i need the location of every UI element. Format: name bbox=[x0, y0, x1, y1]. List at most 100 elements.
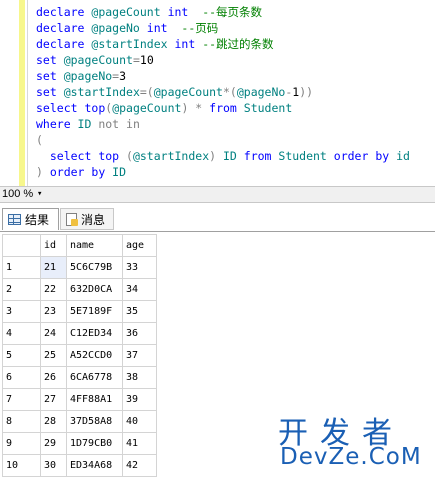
cell-name[interactable]: 5C6C79B bbox=[66, 256, 123, 279]
cell-age[interactable]: 38 bbox=[122, 366, 157, 389]
code-token: --每页条数 bbox=[188, 5, 263, 19]
watermark-en: DevZe.CoM bbox=[280, 444, 422, 470]
cell-id[interactable]: 28 bbox=[40, 410, 67, 433]
cell-id[interactable]: 23 bbox=[40, 300, 67, 323]
code-token: @pageCount bbox=[112, 101, 182, 115]
code-token: ID bbox=[222, 149, 244, 163]
tab-messages[interactable]: 消息 bbox=[60, 208, 114, 230]
result-tabs: 结果 消息 bbox=[0, 203, 435, 231]
cell-age[interactable]: 37 bbox=[122, 344, 157, 367]
cell-id[interactable]: 22 bbox=[40, 278, 67, 301]
code-token: * bbox=[195, 101, 210, 115]
cell-id[interactable]: 30 bbox=[40, 454, 67, 477]
code-line[interactable]: ( bbox=[36, 132, 410, 148]
table-row[interactable]: 1 21 5C6C79B 33 bbox=[2, 256, 157, 279]
code-token: *( bbox=[222, 85, 237, 99]
row-number-cell[interactable]: 1 bbox=[2, 256, 41, 279]
code-token: @startIndex bbox=[63, 85, 140, 99]
cell-age[interactable]: 41 bbox=[122, 432, 157, 455]
code-token: @pageCount bbox=[153, 85, 223, 99]
cell-name[interactable]: 1D79CB0 bbox=[66, 432, 123, 455]
tab-results-label: 结果 bbox=[25, 213, 50, 227]
cell-id[interactable]: 26 bbox=[40, 366, 67, 389]
cell-name[interactable]: 4FF88A1 bbox=[66, 388, 123, 411]
column-header-name[interactable]: name bbox=[66, 234, 123, 257]
code-token: where bbox=[36, 117, 78, 131]
cell-age[interactable]: 33 bbox=[122, 256, 157, 279]
code-line[interactable]: declare @pageNo int --页码 bbox=[36, 20, 410, 36]
cell-age[interactable]: 35 bbox=[122, 300, 157, 323]
cell-name[interactable]: 632D0CA bbox=[66, 278, 123, 301]
cell-age[interactable]: 39 bbox=[122, 388, 157, 411]
cell-id[interactable]: 29 bbox=[40, 432, 67, 455]
row-number-cell[interactable]: 6 bbox=[2, 366, 41, 389]
table-row[interactable]: 9 29 1D79CB0 41 bbox=[2, 432, 157, 455]
watermark-logo: 开发者 DevZe.CoM bbox=[270, 408, 430, 472]
row-number-cell[interactable]: 2 bbox=[2, 278, 41, 301]
table-row[interactable]: 10 30 ED34A68 42 bbox=[2, 454, 157, 477]
cell-id[interactable]: 21 bbox=[40, 256, 67, 279]
row-number-cell[interactable]: 3 bbox=[2, 300, 41, 323]
column-header-id[interactable]: id bbox=[40, 234, 67, 257]
tab-messages-label: 消息 bbox=[81, 212, 106, 227]
row-number-cell[interactable]: 9 bbox=[2, 432, 41, 455]
column-header-age[interactable]: age bbox=[122, 234, 157, 257]
table-row[interactable]: 3 23 5E7189F 35 bbox=[2, 300, 157, 323]
cell-name[interactable]: A52CCD0 bbox=[66, 344, 123, 367]
cell-id[interactable]: 27 bbox=[40, 388, 67, 411]
code-token: @pageCount bbox=[63, 53, 133, 67]
table-row[interactable]: 8 28 37D58A8 40 bbox=[2, 410, 157, 433]
cell-age[interactable]: 34 bbox=[122, 278, 157, 301]
code-token: --跳过的条数 bbox=[202, 37, 274, 51]
row-number-cell[interactable]: 4 bbox=[2, 322, 41, 345]
corner-cell[interactable] bbox=[2, 234, 41, 257]
zoom-bar: 100 % ▾ bbox=[0, 186, 435, 203]
cell-age[interactable]: 40 bbox=[122, 410, 157, 433]
code-token: int bbox=[167, 5, 189, 19]
code-line[interactable]: select top(@pageCount) * from Student bbox=[36, 100, 410, 116]
code-token: @pageCount bbox=[91, 5, 168, 19]
table-row[interactable]: 5 25 A52CCD0 37 bbox=[2, 344, 157, 367]
code-token: ( bbox=[36, 133, 43, 147]
code-line[interactable]: set @pageNo=3 bbox=[36, 68, 410, 84]
sql-editor[interactable]: declare @pageCount int --每页条数 declare @pa… bbox=[0, 0, 435, 186]
gutter-divider bbox=[27, 0, 28, 186]
chevron-down-icon[interactable]: ▾ bbox=[37, 189, 42, 199]
table-row[interactable]: 2 22 632D0CA 34 bbox=[2, 278, 157, 301]
code-line[interactable]: where ID not in bbox=[36, 116, 410, 132]
code-token: @pageNo bbox=[63, 69, 113, 83]
row-number-cell[interactable]: 7 bbox=[2, 388, 41, 411]
code-line[interactable]: set @pageCount=10 bbox=[36, 52, 410, 68]
cell-age[interactable]: 42 bbox=[122, 454, 157, 477]
cell-name[interactable]: 37D58A8 bbox=[66, 410, 123, 433]
row-number-cell[interactable]: 5 bbox=[2, 344, 41, 367]
sql-code[interactable]: declare @pageCount int --每页条数 declare @pa… bbox=[36, 4, 410, 180]
code-line[interactable]: set @startIndex=(@pageCount*(@pageNo-1)) bbox=[36, 84, 410, 100]
code-token: not in bbox=[98, 117, 140, 131]
code-token: from bbox=[209, 101, 244, 115]
row-number-cell[interactable]: 8 bbox=[2, 410, 41, 433]
cell-name[interactable]: 5E7189F bbox=[66, 300, 123, 323]
table-row[interactable]: 6 26 6CA6778 38 bbox=[2, 366, 157, 389]
cell-id[interactable]: 25 bbox=[40, 344, 67, 367]
table-row[interactable]: 4 24 C12ED34 36 bbox=[2, 322, 157, 345]
cell-age[interactable]: 36 bbox=[122, 322, 157, 345]
code-line[interactable]: select top (@startIndex) ID from Student… bbox=[36, 148, 410, 164]
code-line[interactable]: declare @pageCount int --每页条数 bbox=[36, 4, 410, 20]
code-token: set bbox=[36, 69, 64, 83]
code-line[interactable]: ) order by ID bbox=[36, 164, 410, 180]
code-token: = bbox=[132, 53, 140, 67]
zoom-level[interactable]: 100 % bbox=[2, 188, 33, 200]
table-row[interactable]: 7 27 4FF88A1 39 bbox=[2, 388, 157, 411]
tab-results[interactable]: 结果 bbox=[2, 208, 59, 230]
cell-name[interactable]: 6CA6778 bbox=[66, 366, 123, 389]
code-token: @startIndex bbox=[91, 37, 175, 51]
row-number-cell[interactable]: 10 bbox=[2, 454, 41, 477]
code-token: ) bbox=[209, 149, 223, 163]
cell-id[interactable]: 24 bbox=[40, 322, 67, 345]
code-line[interactable]: declare @startIndex int --跳过的条数 bbox=[36, 36, 410, 52]
cell-name[interactable]: ED34A68 bbox=[66, 454, 123, 477]
cell-name[interactable]: C12ED34 bbox=[66, 322, 123, 345]
code-token: ( bbox=[126, 149, 133, 163]
code-token: int bbox=[174, 37, 203, 51]
